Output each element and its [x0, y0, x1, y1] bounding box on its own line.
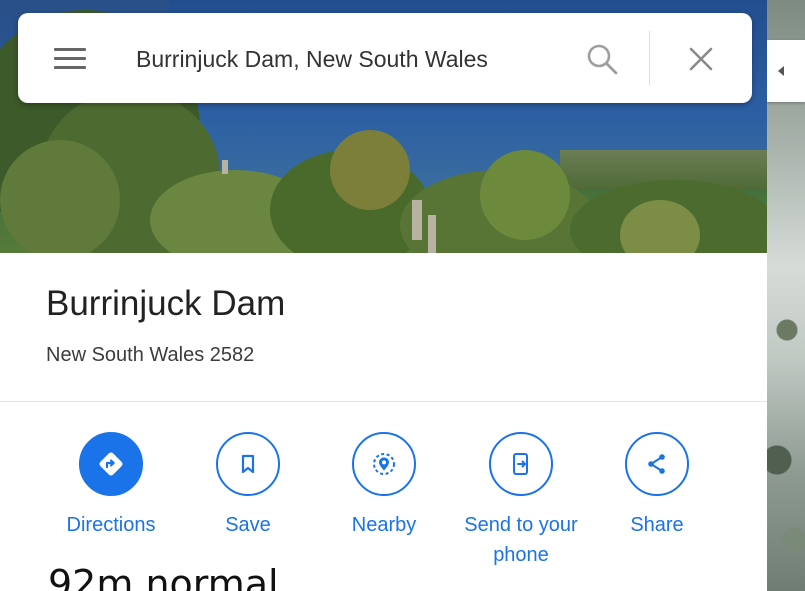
search-bar: Burrinjuck Dam, New South Wales — [18, 13, 752, 103]
divider — [0, 401, 767, 402]
search-icon[interactable] — [584, 41, 620, 77]
search-input[interactable]: Burrinjuck Dam, New South Wales — [136, 38, 586, 80]
share-icon — [625, 432, 689, 496]
collapse-panel-button[interactable] — [767, 40, 805, 102]
place-address: New South Wales 2582 — [46, 344, 255, 366]
send-to-phone-icon — [489, 432, 553, 496]
overlay-text: 92m normal — [48, 562, 279, 591]
nearby-icon — [352, 432, 416, 496]
directions-icon — [79, 432, 143, 496]
save-button[interactable]: Save — [183, 432, 313, 540]
send-to-phone-button[interactable]: Send to your phone — [456, 432, 586, 570]
nearby-label: Nearby — [351, 514, 417, 536]
nearby-button[interactable]: Nearby — [319, 432, 449, 540]
share-button[interactable]: Share — [592, 432, 722, 540]
bookmark-icon — [216, 432, 280, 496]
menu-icon[interactable] — [54, 48, 86, 70]
send-to-phone-label: Send to your phone — [464, 514, 578, 566]
chevron-left-icon — [778, 66, 784, 76]
directions-label: Directions — [66, 514, 156, 536]
search-divider — [649, 31, 650, 85]
share-label: Share — [630, 514, 684, 536]
place-panel: Burrinjuck Dam, New South Wales Burrinju… — [0, 0, 767, 591]
close-icon[interactable] — [685, 43, 717, 75]
directions-button[interactable]: Directions — [46, 432, 176, 540]
save-label: Save — [225, 514, 271, 536]
place-title: Burrinjuck Dam — [46, 284, 286, 323]
